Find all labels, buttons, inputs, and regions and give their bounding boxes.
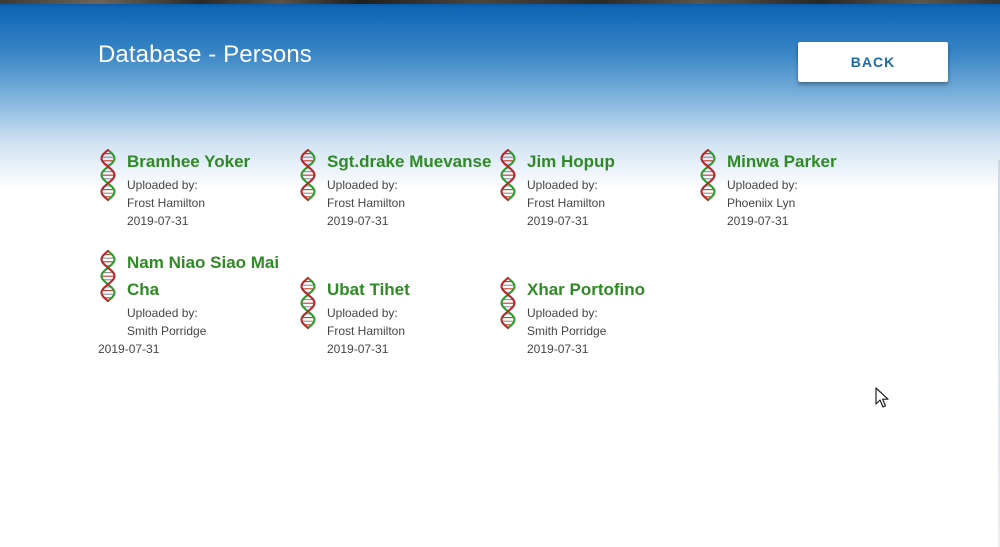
dna-icon <box>300 148 316 202</box>
person-name[interactable]: Minwa Parker <box>727 148 837 175</box>
dna-icon <box>100 249 116 303</box>
person-name[interactable]: Xhar Portofino <box>527 276 645 303</box>
person-card[interactable]: Sgt.drake Muevanse Uploaded by: Frost Ha… <box>298 148 498 230</box>
person-name[interactable]: Ubat Tihet <box>327 276 410 303</box>
uploaded-by-label: Uploaded by: <box>727 178 798 192</box>
uploaded-by-label: Uploaded by: <box>327 306 398 320</box>
dna-icon <box>300 276 316 330</box>
person-card[interactable]: Bramhee Yoker Uploaded by: Frost Hamilto… <box>98 148 288 230</box>
uploaded-by-label: Uploaded by: <box>127 306 198 320</box>
back-button[interactable]: BACK <box>798 42 948 82</box>
uploader-name: Smith Porridge <box>527 324 607 338</box>
person-card[interactable]: Jim Hopup Uploaded by: Frost Hamilton 20… <box>498 148 688 230</box>
uploader-name: Frost Hamilton <box>127 196 206 210</box>
person-name[interactable]: Sgt.drake Muevanse <box>327 148 491 175</box>
uploader-name: Frost Hamilton <box>527 196 606 210</box>
uploaded-by-label: Uploaded by: <box>327 178 398 192</box>
dna-icon <box>100 148 116 202</box>
uploader-name: Smith Porridge <box>127 324 207 338</box>
uploaded-by-label: Uploaded by: <box>527 178 598 192</box>
person-name[interactable]: Bramhee Yoker <box>127 148 250 175</box>
person-card[interactable]: Xhar Portofino Uploaded by: Smith Porrid… <box>498 276 688 358</box>
uploaded-by-label: Uploaded by: <box>127 178 198 192</box>
uploader-name: Frost Hamilton <box>327 324 406 338</box>
dna-icon <box>500 276 516 330</box>
person-name[interactable]: Jim Hopup <box>527 148 615 175</box>
page-title: Database - Persons <box>98 41 312 68</box>
person-name-line-1[interactable]: Nam Niao Siao Mai <box>127 249 279 276</box>
person-card[interactable]: Ubat Tihet Uploaded by: Frost Hamilton 2… <box>298 276 488 358</box>
mouse-cursor-icon <box>875 387 889 408</box>
person-card[interactable]: Minwa Parker Uploaded by: Phoeniix Lyn 2… <box>698 148 888 230</box>
upload-date: 2019-07-31 <box>727 214 789 228</box>
person-card[interactable]: Nam Niao Siao Mai Cha Uploaded by: Smith… <box>98 249 293 359</box>
upload-date: 2019-07-31 <box>327 342 389 356</box>
dna-icon <box>500 148 516 202</box>
upload-date: 2019-07-31 <box>327 214 389 228</box>
dna-icon <box>700 148 716 202</box>
uploader-name: Frost Hamilton <box>327 196 406 210</box>
upload-date: 2019-07-31 <box>127 214 189 228</box>
person-name-line-2[interactable]: Cha <box>127 276 159 303</box>
upload-date: 2019-07-31 <box>527 214 589 228</box>
uploaded-by-label: Uploaded by: <box>527 306 598 320</box>
upload-date: 2019-07-31 <box>527 342 589 356</box>
uploader-name: Phoeniix Lyn <box>727 196 796 210</box>
upload-date: 2019-07-31 <box>98 342 160 356</box>
